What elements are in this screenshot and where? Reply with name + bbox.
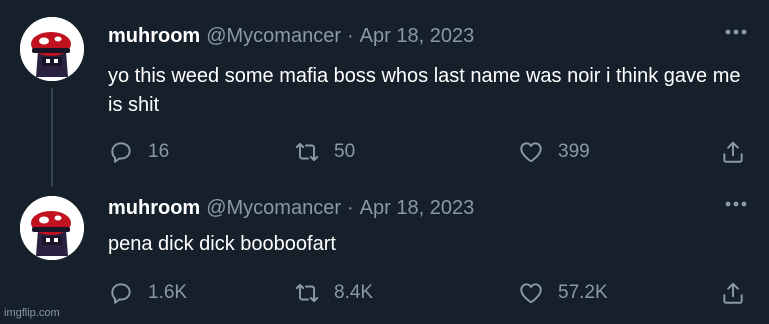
retweet-count: 8.4K bbox=[334, 282, 374, 303]
retweet-count: 50 bbox=[334, 141, 356, 162]
like-button[interactable]: 399 bbox=[518, 137, 590, 167]
more-icon bbox=[725, 29, 747, 35]
like-count: 57.2K bbox=[558, 282, 608, 303]
tweet-actions: 16 50 399 bbox=[108, 137, 748, 167]
separator-dot: · bbox=[347, 196, 354, 219]
separator-dot: · bbox=[347, 24, 354, 47]
more-options-button[interactable] bbox=[722, 22, 750, 42]
reply-button[interactable]: 16 bbox=[108, 137, 169, 167]
avatar[interactable] bbox=[20, 196, 84, 260]
share-icon bbox=[723, 141, 743, 163]
more-icon bbox=[725, 201, 747, 207]
like-count: 399 bbox=[558, 141, 590, 162]
tweet-text: yo this weed some mafia boss whos last n… bbox=[108, 65, 741, 116]
reply-icon bbox=[111, 283, 131, 304]
mushroom-avatar bbox=[20, 196, 84, 260]
tweet[interactable]: muhroom @Mycomancer · Apr 18, 2023 pena … bbox=[0, 186, 769, 324]
thread-connector-line bbox=[51, 88, 53, 186]
share-icon bbox=[723, 282, 743, 304]
reply-button[interactable]: 1.6K bbox=[108, 278, 187, 308]
mushroom-avatar bbox=[20, 17, 84, 81]
retweet-button[interactable]: 50 bbox=[294, 137, 355, 167]
tweet-header: muhroom @Mycomancer · Apr 18, 2023 bbox=[108, 196, 474, 220]
tweet-date[interactable]: Apr 18, 2023 bbox=[360, 25, 475, 48]
watermark: imgflip.com bbox=[4, 307, 60, 319]
display-name[interactable]: muhroom bbox=[108, 25, 200, 48]
retweet-icon bbox=[295, 142, 319, 162]
display-name[interactable]: muhroom bbox=[108, 197, 200, 220]
retweet-icon bbox=[295, 283, 319, 303]
tweet-date[interactable]: Apr 18, 2023 bbox=[360, 197, 475, 220]
heart-icon bbox=[520, 142, 542, 163]
reply-count: 16 bbox=[148, 141, 170, 162]
avatar[interactable] bbox=[20, 17, 84, 81]
share-button[interactable] bbox=[720, 137, 746, 167]
reply-count: 1.6K bbox=[148, 282, 188, 303]
tweet-text: pena dick dick booboofart bbox=[108, 233, 336, 255]
retweet-button[interactable]: 8.4K bbox=[294, 278, 373, 308]
tweet-actions: 1.6K 8.4K 57.2K bbox=[108, 278, 748, 308]
user-handle[interactable]: @Mycomancer bbox=[206, 197, 341, 220]
like-button[interactable]: 57.2K bbox=[518, 278, 608, 308]
reply-icon bbox=[111, 142, 131, 163]
tweet[interactable]: muhroom @Mycomancer · Apr 18, 2023 yo th… bbox=[0, 0, 769, 186]
user-handle[interactable]: @Mycomancer bbox=[206, 25, 341, 48]
tweet-header: muhroom @Mycomancer · Apr 18, 2023 bbox=[108, 24, 474, 48]
share-button[interactable] bbox=[720, 278, 746, 308]
heart-icon bbox=[520, 283, 542, 304]
more-options-button[interactable] bbox=[722, 194, 750, 214]
